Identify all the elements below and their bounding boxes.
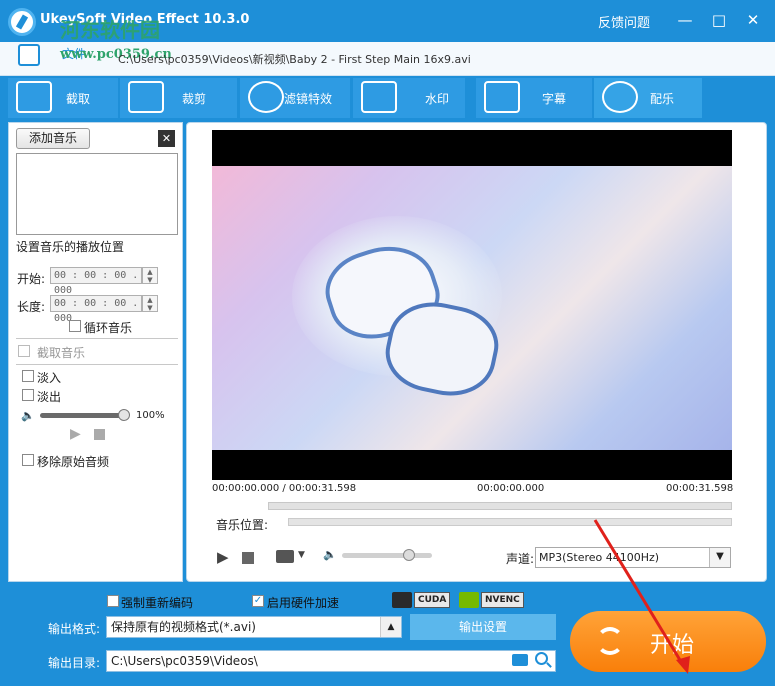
annotation-arrow (593, 519, 690, 674)
